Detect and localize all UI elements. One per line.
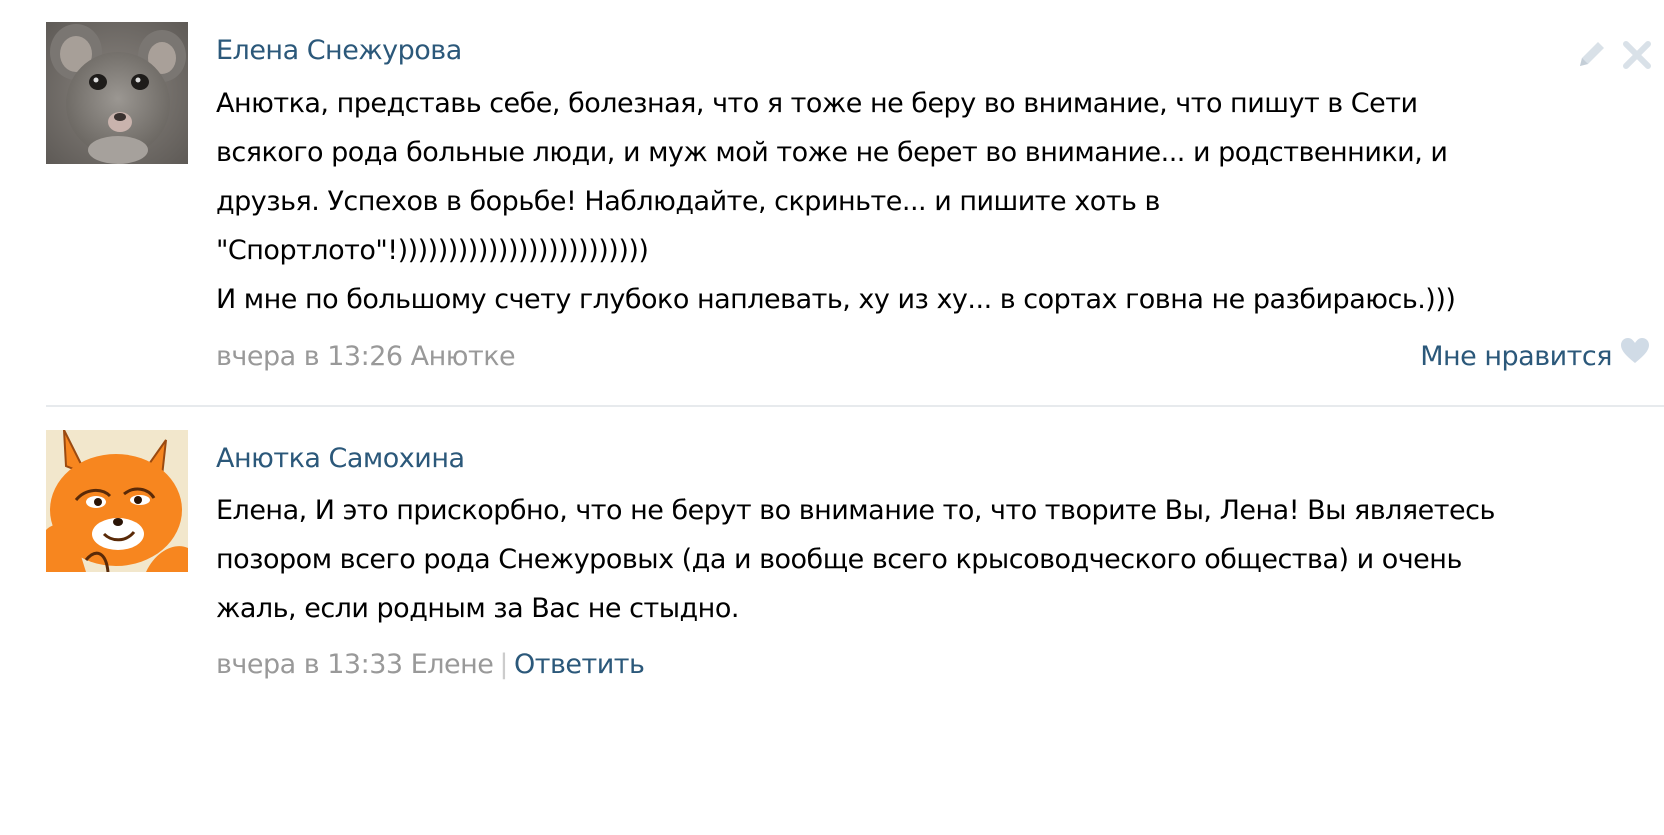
edit-icon[interactable] [1574, 38, 1608, 76]
comment-reply-to[interactable]: Елене [411, 649, 494, 680]
comment-text-line: жаль, если родным за Вас не стыдно. [216, 593, 739, 624]
comment-text-line: И мне по большому счету глубоко наплеват… [216, 284, 1456, 315]
meta-separator: | [499, 649, 508, 680]
comment-actions [1574, 38, 1664, 74]
reply-link[interactable]: Ответить [514, 649, 645, 680]
comment-author[interactable]: Елена Снежурова [216, 33, 462, 69]
fox-avatar-icon [46, 430, 188, 572]
avatar[interactable] [46, 430, 188, 572]
avatar[interactable] [46, 22, 188, 164]
comment-date[interactable]: вчера в 13:26 [216, 341, 403, 372]
comment: Анютка Самохина Елена, И это прискорбно,… [0, 406, 1664, 835]
comment-date[interactable]: вчера в 13:33 [216, 649, 403, 680]
comment-text-line: Анютка, представь себе, болезная, что я … [216, 88, 1418, 119]
comment-text-line: Елена, И это прискорбно, что не берут во… [216, 495, 1495, 526]
comment-text: Елена, И это прискорбно, что не берут во… [216, 486, 1495, 633]
like-label: Мне нравится [1420, 341, 1612, 372]
comment-text-line: "Спортлото"!))))))))))))))))))))))))) [216, 235, 649, 266]
comment-meta: вчера в 13:26 Анютке [216, 339, 516, 375]
comment-reply-to[interactable]: Анютке [411, 341, 516, 372]
comment-meta: вчера в 13:33 Елене | Ответить [216, 647, 645, 683]
comment-author[interactable]: Анютка Самохина [216, 441, 465, 477]
heart-icon [1620, 337, 1650, 375]
comment: Елена Снежурова Анютка, представь себе, … [0, 0, 1664, 405]
rat-avatar-icon [46, 22, 188, 164]
comment-text-line: друзья. Успехов в борьбе! Наблюдайте, ск… [216, 186, 1160, 217]
comment-text: Анютка, представь себе, болезная, что я … [216, 79, 1456, 324]
close-icon[interactable] [1620, 38, 1654, 76]
comment-text-line: позором всего рода Снежуровых (да и вооб… [216, 544, 1462, 575]
comment-text-line: всякого рода больные люди, и муж мой тож… [216, 137, 1448, 168]
like-button[interactable]: Мне нравится [1420, 337, 1650, 375]
